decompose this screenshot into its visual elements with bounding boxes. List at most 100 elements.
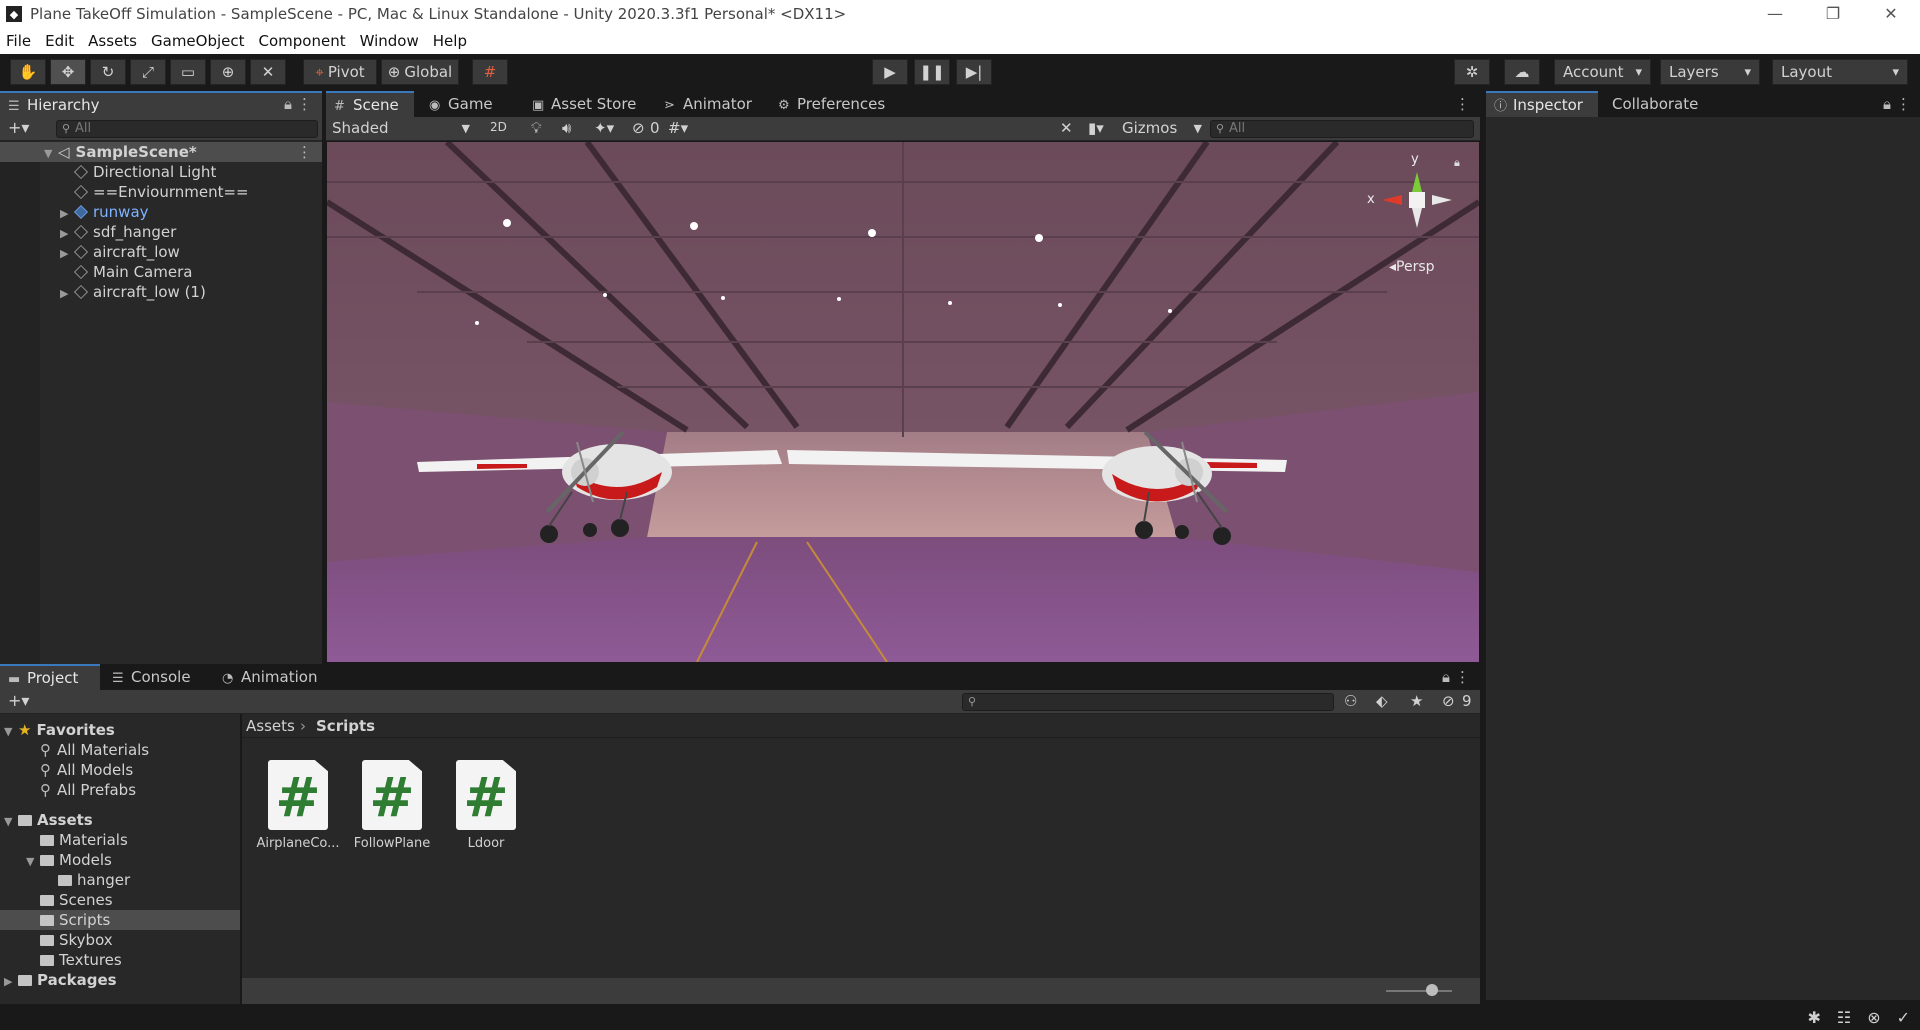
create-plus-icon[interactable]: +▾	[8, 118, 29, 137]
tab-hierarchy[interactable]: ☰ Hierarchy	[0, 91, 322, 117]
folder-skybox[interactable]: Skybox	[26, 930, 113, 950]
folder-hanger[interactable]: hanger	[44, 870, 130, 890]
expand-arrow-icon[interactable]: ▼	[44, 144, 58, 164]
hierarchy-item-environment[interactable]: ==Enviournment==	[60, 182, 249, 202]
lighting-toggle-icon[interactable]: 💡︎	[531, 119, 542, 137]
script-file-ldoor[interactable]: # Ldoor	[438, 760, 534, 851]
tab-project[interactable]: ▬ Project	[0, 664, 100, 690]
expand-arrow-icon[interactable]: ▶	[60, 224, 74, 244]
folder-scripts[interactable]: Scripts	[0, 910, 240, 930]
scene-root-row[interactable]: ▼ ◁ SampleScene* ⋮	[0, 142, 322, 162]
kebab-menu-icon[interactable]: ⋮	[1455, 95, 1470, 113]
tab-console[interactable]: ☰ Console	[104, 664, 204, 690]
hierarchy-item-sdf-hanger[interactable]: ▶ sdf_hanger	[60, 222, 176, 242]
audio-toggle-icon[interactable]: 🔊︎	[562, 119, 571, 137]
favorite-all-prefabs[interactable]: ⚲ All Prefabs	[40, 780, 136, 800]
cloud-icon[interactable]: ☁	[1504, 59, 1540, 85]
menu-gameobject[interactable]: GameObject	[151, 32, 245, 50]
breadcrumb-assets[interactable]: Assets	[246, 717, 295, 735]
custom-tool-icon[interactable]: ✕	[250, 59, 286, 85]
breadcrumb-scripts[interactable]: Scripts	[316, 717, 375, 735]
hierarchy-item-aircraft-low[interactable]: ▶ aircraft_low	[60, 242, 180, 262]
menu-help[interactable]: Help	[433, 32, 467, 50]
folder-scenes[interactable]: Scenes	[26, 890, 113, 910]
hidden-packages-icon[interactable]: ⊘	[1442, 692, 1455, 710]
gizmo-lock-icon[interactable]: 🔒︎	[1454, 156, 1460, 170]
layout-dropdown[interactable]: Layout	[1772, 59, 1908, 85]
icon-size-slider-track[interactable]	[1386, 990, 1452, 992]
create-plus-icon[interactable]: +▾	[8, 691, 29, 710]
move-tool-icon[interactable]: ✥	[50, 59, 86, 85]
projection-toggle[interactable]: ◂Persp	[1389, 259, 1435, 275]
folder-textures[interactable]: Textures	[26, 950, 122, 970]
collab-icon[interactable]: ✲	[1454, 59, 1490, 85]
tools-icon[interactable]: ✕	[1060, 119, 1073, 137]
favorite-all-materials[interactable]: ⚲ All Materials	[40, 740, 149, 760]
lock-icon[interactable]: 🔒︎	[1883, 95, 1891, 113]
tab-preferences[interactable]: ⚙ Preferences	[770, 91, 900, 117]
hierarchy-item-main-camera[interactable]: Main Camera	[60, 262, 192, 282]
hierarchy-item-directional-light[interactable]: Directional Light	[60, 162, 216, 182]
project-search-input[interactable]	[962, 693, 1334, 711]
tab-animator[interactable]: ⋗ Animator	[656, 91, 756, 117]
grid-snap-icon[interactable]: #	[472, 59, 508, 85]
search-by-type-icon[interactable]: ⚇	[1344, 692, 1357, 710]
hidden-objects-icon[interactable]: ⊘	[632, 119, 645, 137]
hierarchy-item-runway[interactable]: ▶ runway	[60, 202, 149, 222]
2d-toggle[interactable]: 2D	[490, 120, 507, 134]
minimize-button[interactable]: —	[1746, 0, 1804, 28]
menu-window[interactable]: Window	[360, 32, 419, 50]
expand-arrow-icon[interactable]: ▼	[4, 722, 18, 742]
hand-tool-icon[interactable]: ✋	[10, 59, 46, 85]
pause-button[interactable]: ❚❚	[914, 59, 950, 85]
favorites-row[interactable]: ▼ ★ Favorites	[4, 720, 115, 740]
expand-arrow-icon[interactable]: ▼	[4, 812, 18, 832]
favorite-all-models[interactable]: ⚲ All Models	[40, 760, 133, 780]
global-toggle[interactable]: ⊕ Global	[381, 59, 459, 85]
script-file-airplaneco[interactable]: # AirplaneCo...	[250, 760, 346, 851]
kebab-menu-icon[interactable]: ⋮	[297, 95, 312, 113]
account-dropdown[interactable]: Account	[1554, 59, 1651, 85]
lock-icon[interactable]: 🔒︎	[284, 95, 292, 113]
tab-inspector[interactable]: ⓘ Inspector	[1486, 91, 1598, 117]
cache-server-icon[interactable]: ☷	[1837, 1008, 1851, 1027]
scene-kebab-icon[interactable]: ⋮	[297, 142, 312, 162]
maximize-button[interactable]: ❐	[1804, 0, 1862, 28]
hierarchy-search-input[interactable]: All	[56, 120, 318, 138]
expand-arrow-icon[interactable]: ▶	[60, 244, 74, 264]
rect-tool-icon[interactable]: ▭	[170, 59, 206, 85]
expand-arrow-icon[interactable]: ▶	[60, 284, 74, 304]
lock-icon[interactable]: 🔒︎	[1442, 668, 1450, 686]
tab-scene[interactable]: # Scene	[326, 91, 414, 117]
folder-materials[interactable]: Materials	[26, 830, 128, 850]
rotate-tool-icon[interactable]: ↻	[90, 59, 126, 85]
scale-tool-icon[interactable]: ⤢	[130, 59, 166, 85]
expand-arrow-icon[interactable]: ▶	[60, 204, 74, 224]
step-button[interactable]: ▶|	[956, 59, 992, 85]
tab-game[interactable]: ◉ Game	[421, 91, 511, 117]
packages-folder-row[interactable]: ▶ Packages	[4, 970, 117, 990]
tab-asset-store[interactable]: ▣ Asset Store	[524, 91, 644, 117]
script-file-followplane[interactable]: # FollowPlane	[344, 760, 440, 851]
folder-models[interactable]: ▼ Models	[26, 850, 112, 870]
tab-animation[interactable]: ◔ Animation	[214, 664, 324, 690]
play-button[interactable]: ▶	[872, 59, 908, 85]
transform-tool-icon[interactable]: ⊕	[210, 59, 246, 85]
expand-arrow-icon[interactable]: ▶	[4, 972, 18, 992]
menu-component[interactable]: Component	[259, 32, 346, 50]
menu-assets[interactable]: Assets	[88, 32, 137, 50]
menu-edit[interactable]: Edit	[45, 32, 74, 50]
shading-mode-dropdown[interactable]: Shaded ▼	[328, 118, 476, 139]
search-by-label-icon[interactable]: ⬖	[1376, 692, 1388, 710]
icon-size-slider-thumb[interactable]	[1426, 984, 1438, 996]
tab-collaborate[interactable]: Collaborate	[1604, 91, 1714, 117]
check-circle-icon[interactable]: ✓	[1897, 1008, 1910, 1027]
effects-toggle-icon[interactable]: ✦▾	[594, 119, 614, 137]
pivot-toggle[interactable]: ⌖ Pivot	[303, 59, 377, 85]
menu-file[interactable]: File	[6, 32, 31, 50]
scene-search-input[interactable]: All	[1210, 120, 1474, 138]
debug-bug-icon[interactable]: ✱	[1807, 1008, 1820, 1027]
assets-folder-row[interactable]: ▼ Assets	[4, 810, 93, 830]
gizmos-dropdown[interactable]: Gizmos ▼	[1118, 118, 1208, 139]
camera-icon[interactable]: ▮▾	[1088, 119, 1104, 137]
